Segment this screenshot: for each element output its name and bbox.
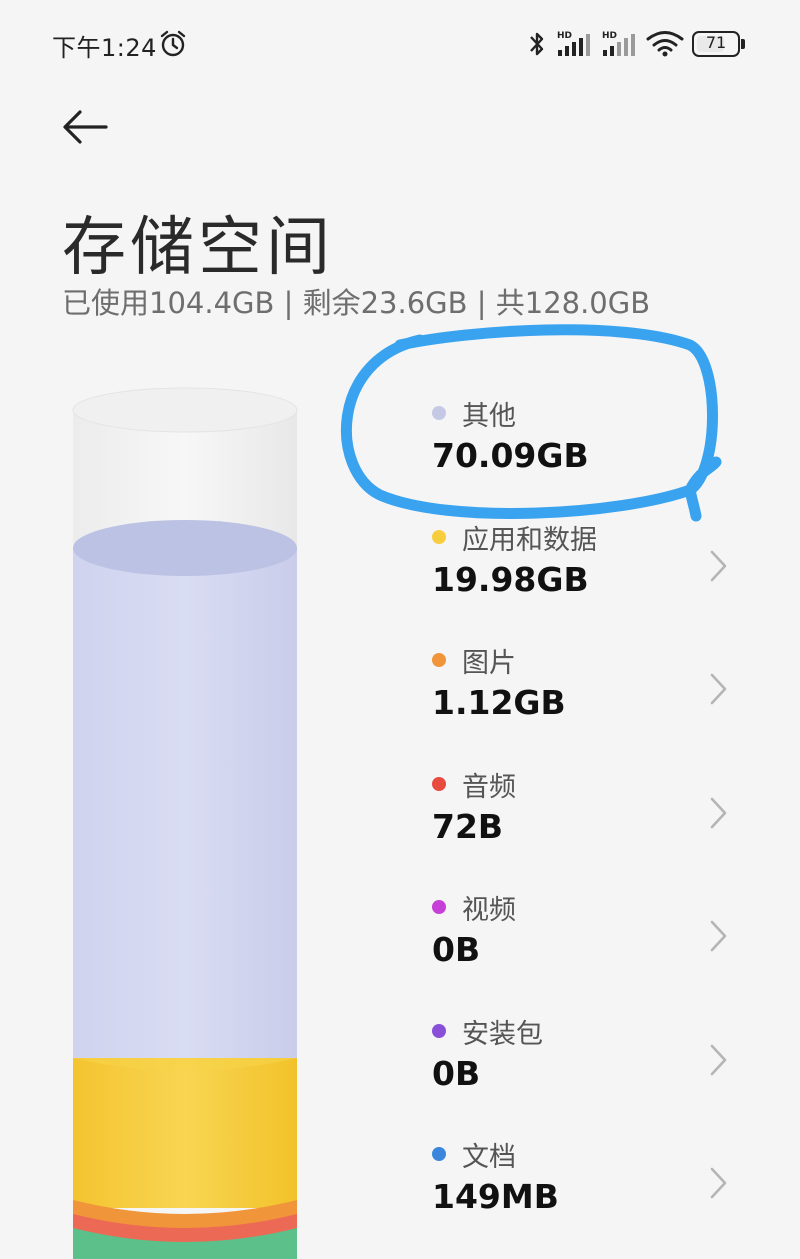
category-size: 19.98GB — [432, 559, 589, 599]
category-color-dot — [432, 900, 446, 914]
storage-summary: 已使用104.4GB | 剩余23.6GB | 共128.0GB — [62, 286, 651, 320]
category-item[interactable]: 安装包 0B — [426, 1008, 756, 1108]
category-label: 其他 — [462, 401, 516, 432]
category-size: 70.09GB — [432, 436, 589, 475]
battery-icon: 71 — [692, 31, 746, 57]
cylinder-segment-docs — [73, 1228, 297, 1259]
chevron-right-icon — [710, 1044, 727, 1075]
cylinder-segment-other — [73, 548, 297, 1060]
category-label: 文档 — [462, 1142, 516, 1173]
wifi-icon — [646, 31, 684, 57]
hd-signal-icon: HD — [557, 31, 590, 56]
page-title: 存储空间 — [62, 211, 334, 285]
category-item: 其他 70.09GB — [426, 390, 756, 490]
cylinder-segment-images — [73, 1200, 297, 1232]
cylinder-segment-audio — [73, 1214, 297, 1246]
category-size: 0B — [432, 1053, 481, 1093]
category-color-dot — [432, 406, 446, 420]
category-label: 视频 — [462, 895, 516, 926]
status-bar: 下午1:24 HD HD 71 — [0, 0, 800, 88]
alarm-icon — [160, 30, 186, 57]
category-size: 149MB — [432, 1177, 559, 1216]
cylinder-top — [72, 387, 298, 433]
arrow-left-icon — [63, 110, 108, 144]
hd-signal-icon: HD — [602, 31, 635, 56]
chevron-right-icon — [710, 673, 727, 705]
category-color-dot — [432, 776, 446, 791]
category-size: 1.12GB — [432, 683, 566, 722]
bluetooth-icon — [530, 32, 544, 56]
chevron-right-icon — [710, 1167, 727, 1199]
category-size: 0B — [432, 930, 481, 969]
category-color-dot — [432, 653, 446, 667]
battery-percent: 71 — [705, 33, 727, 52]
category-item[interactable]: 应用和数据 19.98GB — [426, 514, 756, 614]
svg-text:HD: HD — [602, 31, 617, 41]
category-color-dot — [432, 1147, 446, 1161]
category-label: 音频 — [462, 771, 516, 803]
category-color-dot — [432, 1023, 446, 1038]
cylinder-segment-apps — [73, 1058, 297, 1208]
back-button[interactable] — [58, 100, 114, 156]
category-label: 图片 — [462, 648, 516, 679]
cylinder-free-space — [73, 410, 297, 550]
category-item[interactable]: 图片 1.12GB — [426, 637, 756, 737]
category-size: 72B — [432, 806, 504, 846]
chevron-right-icon — [710, 920, 727, 952]
category-item[interactable]: 视频 0B — [426, 884, 756, 984]
category-color-dot — [432, 529, 446, 544]
status-time: 下午1:24 — [52, 34, 157, 62]
chevron-right-icon — [710, 797, 727, 828]
category-label: 应用和数据 — [462, 524, 597, 556]
category-item[interactable]: 音频 72B — [426, 761, 756, 861]
svg-text:HD: HD — [557, 31, 572, 41]
category-item[interactable]: 文档 149MB — [426, 1131, 756, 1231]
category-label: 安装包 — [462, 1018, 543, 1050]
chevron-right-icon — [710, 550, 727, 581]
